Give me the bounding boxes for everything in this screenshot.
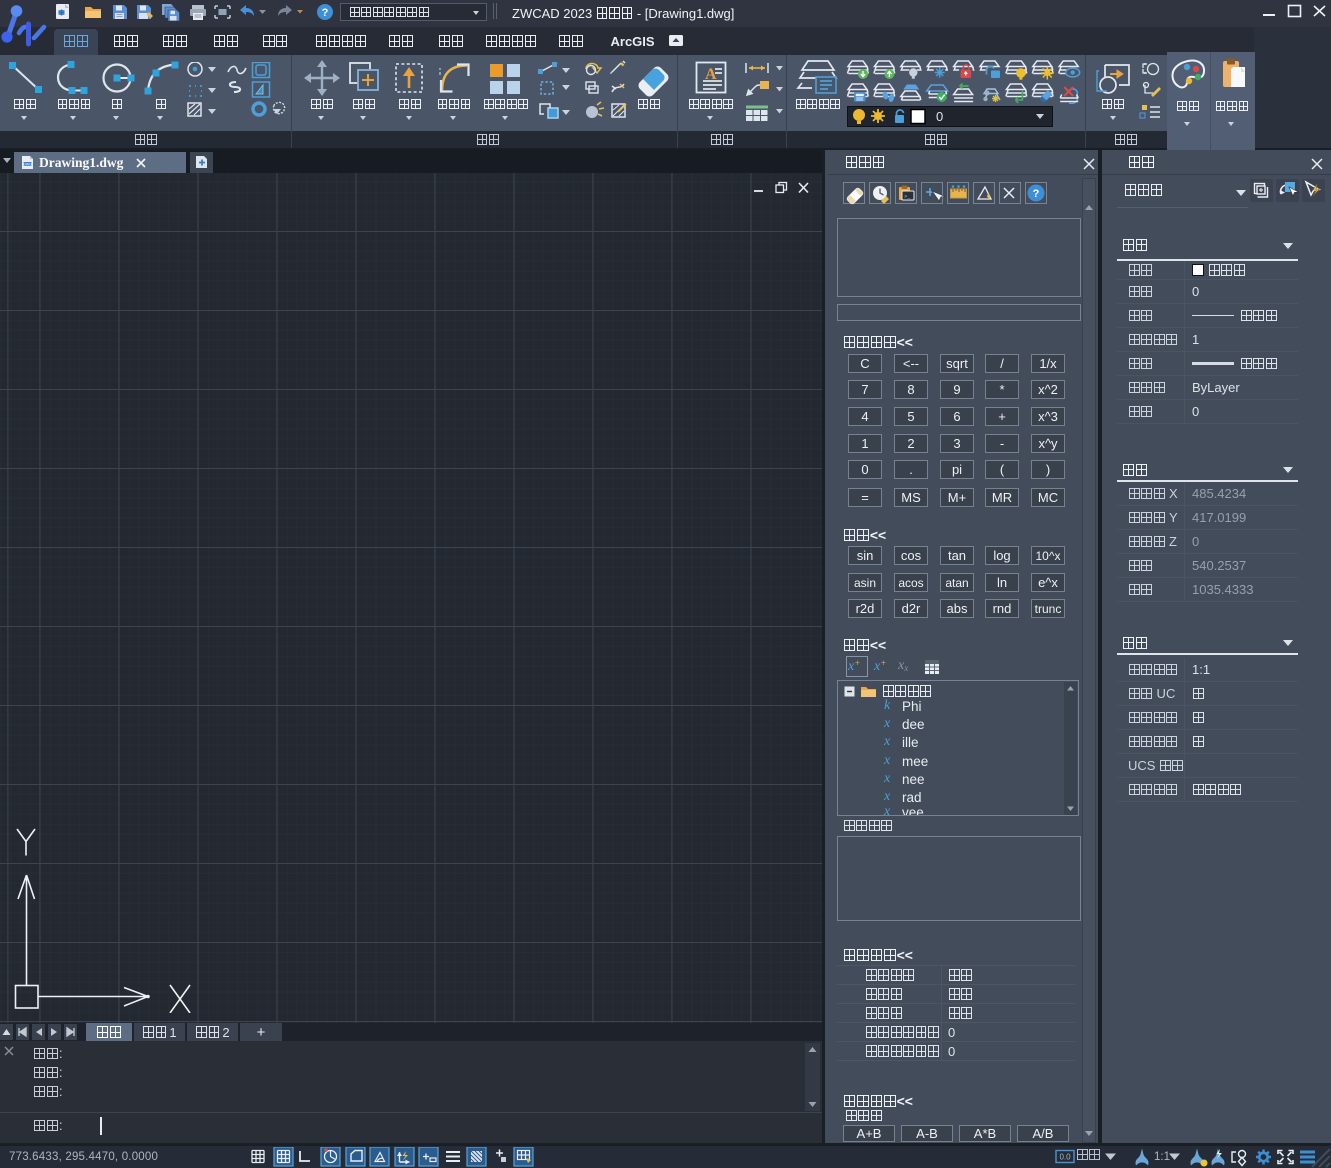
svg-text:?: ? <box>1033 188 1040 200</box>
svg-text:0.0: 0.0 <box>1059 1153 1071 1162</box>
svg-text:DWG: DWG <box>23 162 32 166</box>
svg-text:>_: >_ <box>904 193 911 200</box>
svg-text:?: ? <box>322 7 329 19</box>
